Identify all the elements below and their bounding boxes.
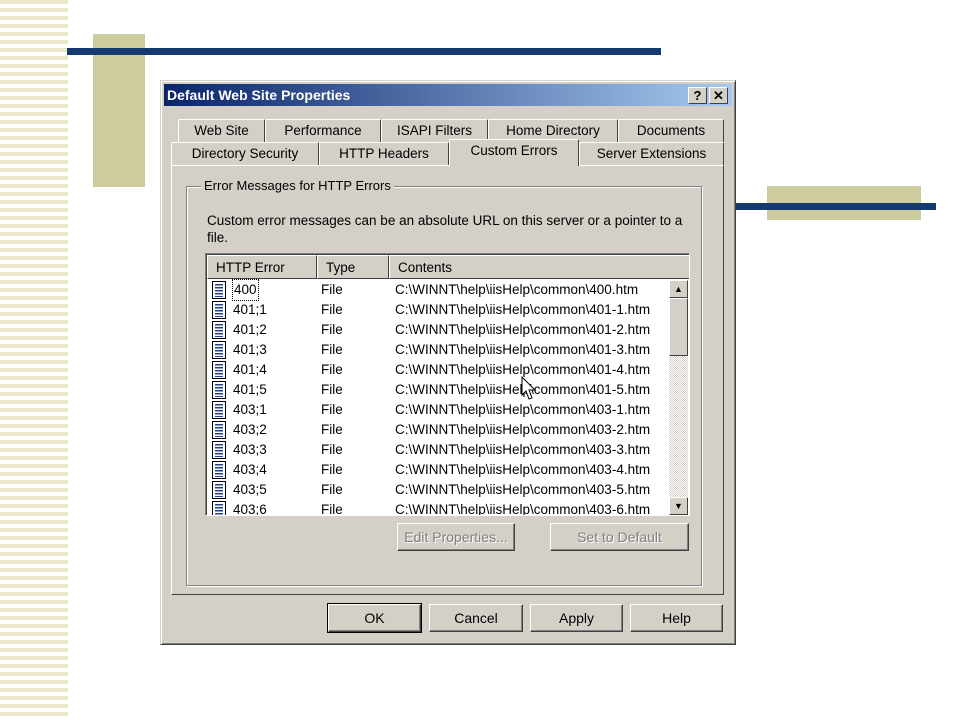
list-item[interactable]: 401;1 File C:\WINNT\help\iisHelp\common\40… [207,300,669,320]
http-error-code: 401;1 [233,302,267,317]
slide-accent-block [93,34,145,187]
error-type: File [321,382,343,397]
document-icon [212,281,227,299]
list-item[interactable]: 403;2 File C:\WINNT\help\iisHelp\common\40… [207,420,669,440]
error-contents-path: C:\WINNT\help\iisHelp\common\403-1.htm [395,402,651,417]
error-type: File [321,322,343,337]
column-type[interactable]: Type [317,255,389,279]
http-error-code: 403;1 [233,402,267,417]
list-item[interactable]: 403;3 File C:\WINNT\help\iisHelp\common\40… [207,440,669,460]
error-type: File [321,362,343,377]
column-contents[interactable]: Contents [389,255,689,279]
http-error-code: 401;2 [233,322,267,337]
groupbox-label: Error Messages for HTTP Errors [201,178,394,193]
error-type: File [321,442,343,457]
dialog-content: Error Messages for HTTP Errors Custom er… [160,80,736,645]
error-type: File [321,422,343,437]
slide-accent-line [67,48,661,55]
scroll-up-icon[interactable]: ▲ [669,280,688,298]
error-contents-path: C:\WINNT\help\iisHelp\common\401-3.htm [395,342,651,357]
document-icon [212,481,227,499]
scroll-thumb[interactable] [669,298,688,356]
http-error-code: 403;5 [233,482,267,497]
apply-button[interactable]: Apply [530,604,623,632]
error-type: File [321,302,343,317]
list-item[interactable]: 401;4 File C:\WINNT\help\iisHelp\common\40… [207,360,669,380]
error-contents-path: C:\WINNT\help\iisHelp\common\403-2.htm [395,422,651,437]
list-item[interactable]: 403;4 File C:\WINNT\help\iisHelp\common\40… [207,460,669,480]
document-icon [212,301,227,319]
error-type: File [321,502,343,516]
document-icon [212,421,227,439]
error-contents-path: C:\WINNT\help\iisHelp\common\403-3.htm [395,442,651,457]
error-contents-path: C:\WINNT\help\iisHelp\common\403-6.htm [395,502,651,516]
help-button[interactable]: Help [630,604,723,632]
http-errors-list[interactable]: HTTP Error Type Contents 400 File C:\WINNT… [205,253,690,516]
http-error-code: 403;3 [233,442,267,457]
slide-accent-line-right [735,203,936,210]
http-error-code: 401;4 [233,362,267,377]
error-contents-path: C:\WINNT\help\iisHelp\common\400.htm [395,282,639,297]
error-contents-path: C:\WINNT\help\iisHelp\common\403-5.htm [395,482,651,497]
column-http-error[interactable]: HTTP Error [207,255,317,279]
document-icon [212,381,227,399]
http-error-code: 403;6 [233,502,267,516]
ok-button[interactable]: OK [327,603,422,633]
list-item[interactable]: 400 File C:\WINNT\help\iisHelp\common\400.… [207,279,669,301]
error-contents-path: C:\WINNT\help\iisHelp\common\403-4.htm [395,462,651,477]
description-text: Custom error messages can be an absolute… [207,213,683,245]
http-error-code: 403;4 [233,462,267,477]
list-header: HTTP Error Type Contents [207,255,689,279]
http-error-code: 400 [232,279,259,301]
document-icon [212,361,227,379]
document-icon [212,341,227,359]
document-icon [212,401,227,419]
document-icon [212,321,227,339]
cancel-button[interactable]: Cancel [429,604,523,632]
edit-properties-button[interactable]: Edit Properties... [397,523,515,551]
error-contents-path: C:\WINNT\help\iisHelp\common\401-2.htm [395,322,651,337]
scroll-down-icon[interactable]: ▼ [669,497,688,515]
error-type: File [321,342,343,357]
document-icon [212,501,227,515]
list-item[interactable]: 401;3 File C:\WINNT\help\iisHelp\common\40… [207,340,669,360]
document-icon [212,461,227,479]
slide-stripe-pattern [0,0,68,720]
vertical-scrollbar[interactable]: ▲ ▼ [669,280,688,515]
list-rows: 400 File C:\WINNT\help\iisHelp\common\400.… [207,279,669,516]
error-type: File [321,482,343,497]
http-error-code: 403;2 [233,422,267,437]
http-error-code: 401;5 [233,382,267,397]
error-contents-path: C:\WINNT\help\iisHelp\common\401-1.htm [395,302,651,317]
http-error-code: 401;3 [233,342,267,357]
list-item[interactable]: 403;5 File C:\WINNT\help\iisHelp\common\40… [207,480,669,500]
list-item[interactable]: 403;1 File C:\WINNT\help\iisHelp\common\40… [207,400,669,420]
document-icon [212,441,227,459]
error-type: File [321,402,343,417]
mouse-pointer-icon [521,376,537,400]
set-to-default-button[interactable]: Set to Default [550,523,689,551]
error-type: File [321,462,343,477]
list-item[interactable]: 401;5FileC:\WINNT\help\iisHelp\common\40… [207,380,669,400]
list-item[interactable]: 401;2 File C:\WINNT\help\iisHelp\common\40… [207,320,669,340]
error-type: File [321,282,343,297]
list-item[interactable]: 403;6 File C:\WINNT\help\iisHelp\common\40… [207,500,669,516]
